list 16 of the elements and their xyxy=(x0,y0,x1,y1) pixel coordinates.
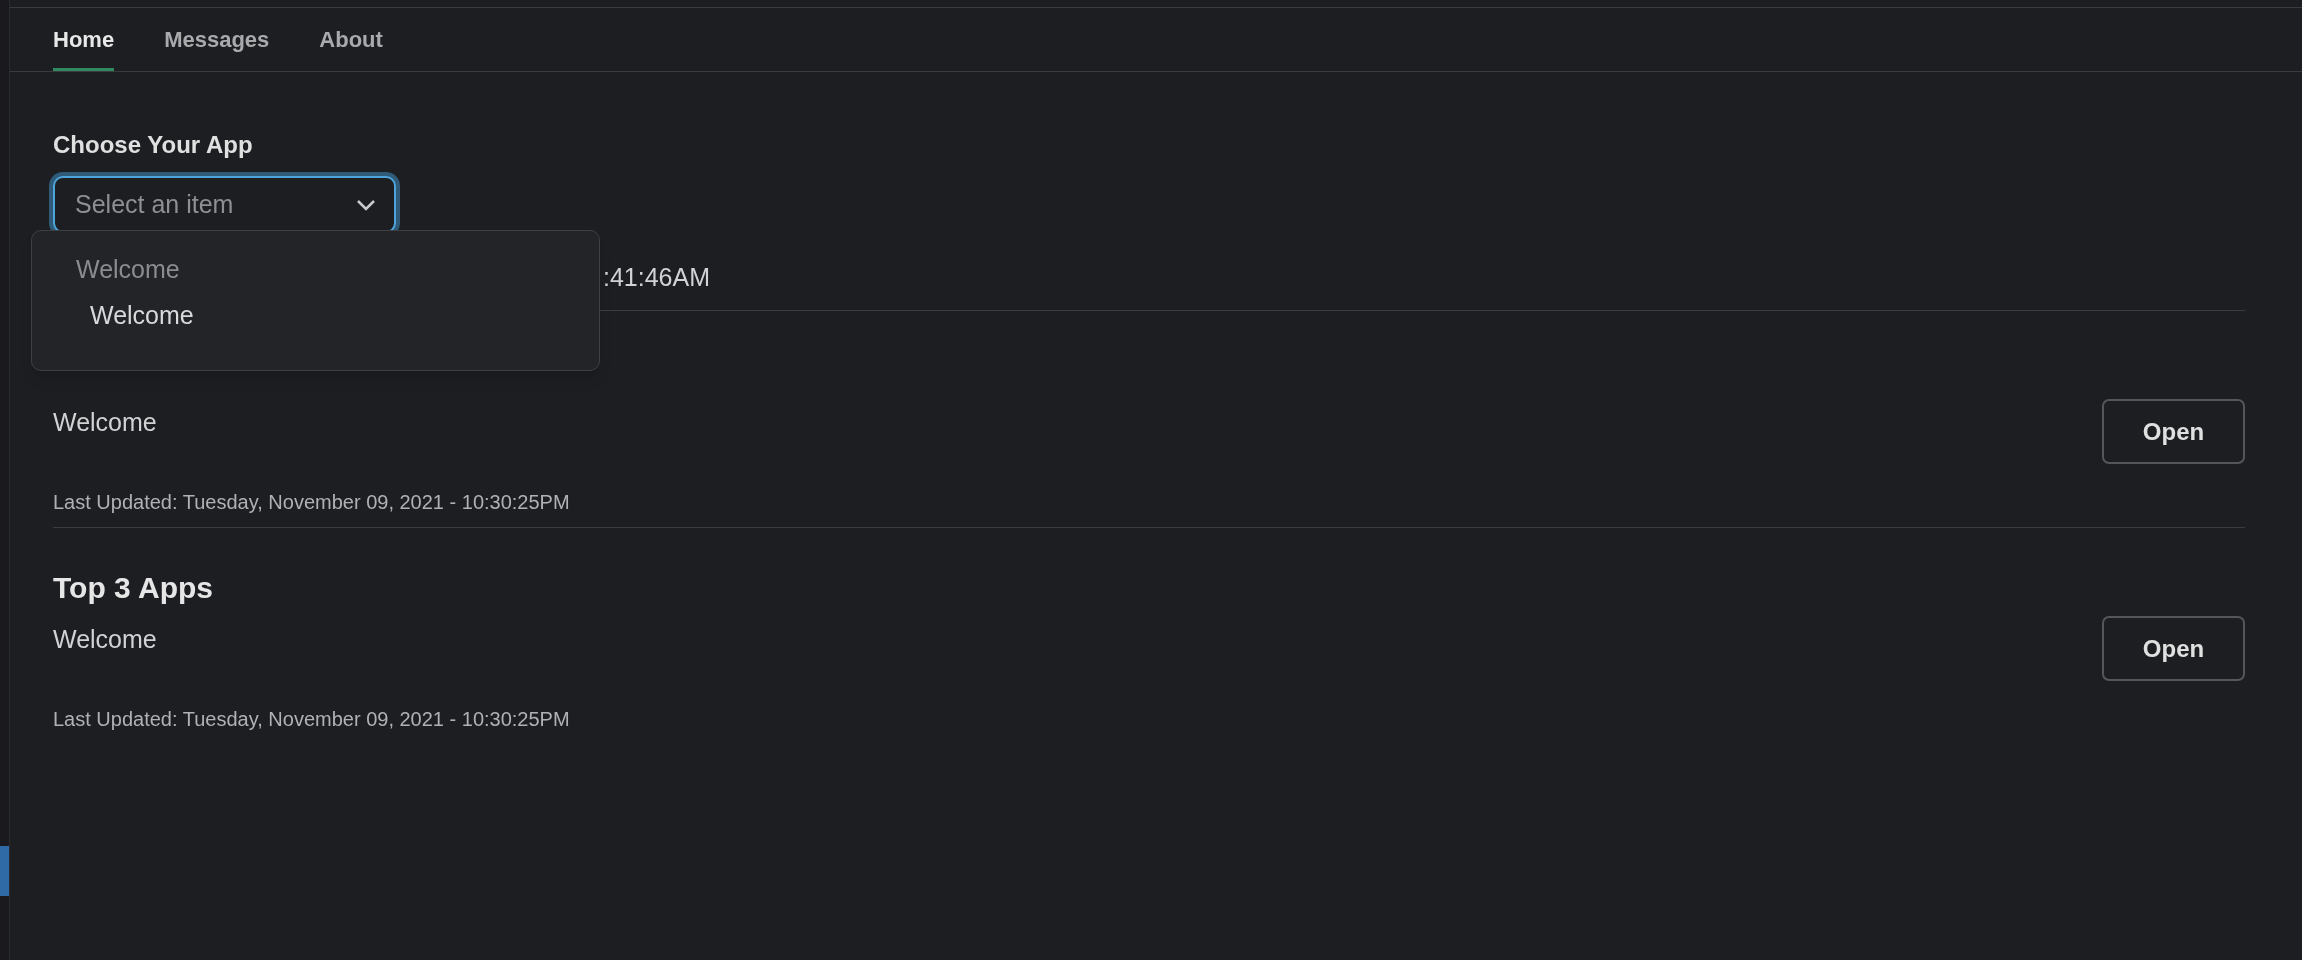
scroll-indicator xyxy=(0,846,9,896)
group-header: Welcome xyxy=(75,254,181,285)
section-text: Welcome xyxy=(53,624,157,651)
timestamp-text: :41:46AM xyxy=(603,261,710,293)
last-updated-text: Last Updated: Tuesday, November 09, 2021 - 10:30:25PM xyxy=(53,707,570,728)
select-field[interactable]: Select an item xyxy=(53,176,396,233)
open-button[interactable]: Open xyxy=(2102,616,2245,681)
chevron-down-icon xyxy=(356,199,376,211)
open-button[interactable]: Open xyxy=(2102,399,2245,464)
field-label: Choose Your App xyxy=(53,130,254,160)
tab[interactable]: About xyxy=(319,8,383,71)
menu-option[interactable]: Welcome xyxy=(32,285,599,333)
tab[interactable]: Messages xyxy=(164,8,270,71)
tab[interactable]: Home xyxy=(53,8,115,71)
section-text: Welcome xyxy=(53,407,157,434)
last-updated-text: Last Updated: Tuesday, November 09, 2021 - 10:30:25PM xyxy=(53,490,570,511)
